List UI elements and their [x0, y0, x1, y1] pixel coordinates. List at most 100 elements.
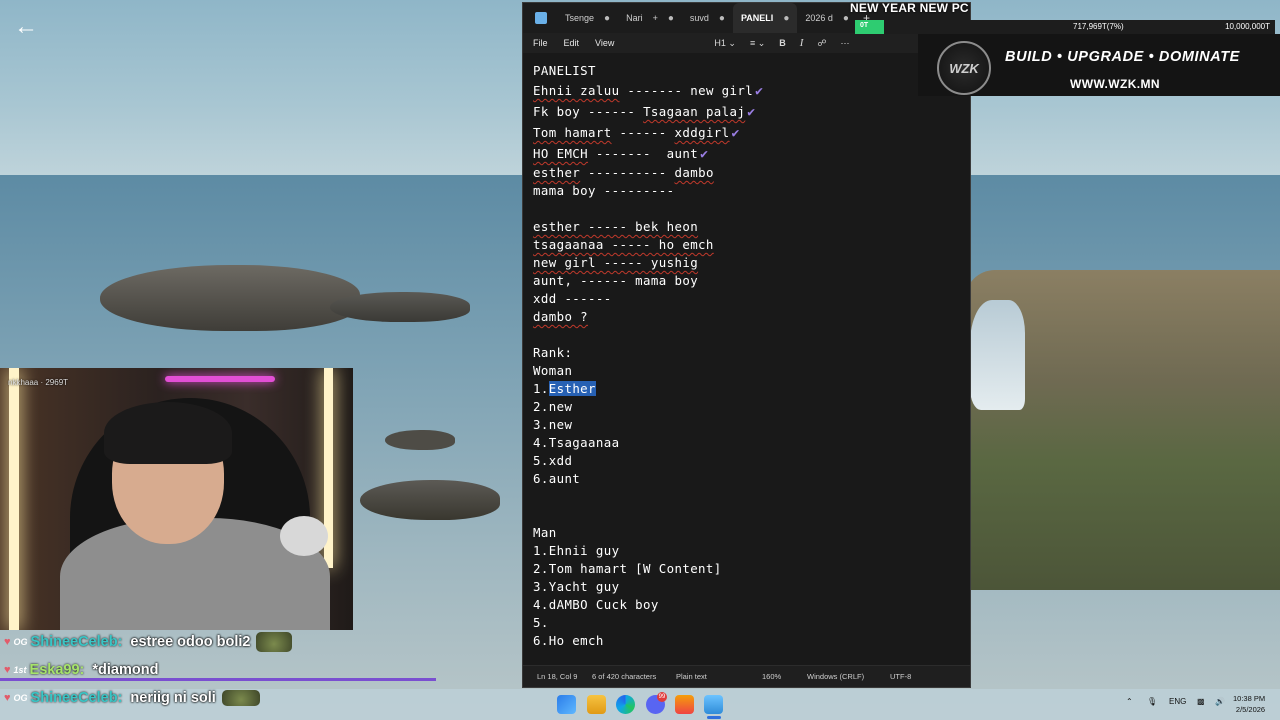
emote-icon — [221, 690, 260, 706]
check-icon: ✔ — [700, 147, 709, 162]
volume-icon[interactable]: 🔊 — [1215, 697, 1225, 706]
heart-icon: ♥ — [4, 636, 11, 648]
editor-line: 2.Tom hamart [W Content] — [533, 561, 722, 576]
file-explorer-icon[interactable] — [587, 695, 606, 714]
tab-label: PANELI — [740, 13, 774, 23]
editor-line: PANELIST — [533, 63, 596, 78]
editor-line: Rank: — [533, 345, 573, 360]
line-text: 1. — [533, 381, 549, 396]
heading-label: H1 — [714, 37, 726, 48]
line-sep: ------ — [580, 104, 644, 119]
editor-line: 3.new — [533, 417, 573, 432]
menu-bar: File Edit View H1 ⌄ ≡ ⌄ B I ☍ ⋯ — [523, 33, 970, 53]
notepad-taskbar-icon[interactable] — [704, 695, 723, 714]
unsaved-dot-icon: ● — [718, 12, 725, 24]
menu-view[interactable]: View — [595, 38, 614, 48]
editor-line: xdd ------ — [533, 291, 612, 306]
unsaved-dot-icon: ● — [842, 12, 849, 24]
format-toolbar: H1 ⌄ ≡ ⌄ B I ☍ ⋯ — [714, 37, 934, 49]
rock — [385, 430, 455, 450]
editor-line: Woman — [533, 363, 573, 378]
line-text: esther — [533, 165, 581, 180]
goal-title: NEW YEAR NEW PC — [850, 1, 969, 15]
tab-2026[interactable]: 2026 d ● — [797, 3, 857, 33]
webcam-label: nkkhaaa · 2969T — [8, 378, 69, 387]
rock — [100, 265, 360, 331]
editor-line: aunt, ------ mama boy — [533, 273, 699, 288]
encoding[interactable]: UTF-8 — [890, 672, 911, 681]
line-endings[interactable]: Windows (CRLF) — [807, 672, 864, 681]
unsaved-dot-icon: ● — [667, 12, 674, 24]
notification-badge: 99 — [657, 692, 667, 702]
editor-line: 1.Ehnii guy — [533, 543, 620, 558]
editor-line: mama boy --------- — [533, 182, 970, 200]
editor-line: 4.dAMBO Cuck boy — [533, 597, 659, 612]
editor-line: Fk boy ------ Tsagaan palaj ✔ — [533, 101, 970, 122]
microphone-icon[interactable]: 🎙 — [1147, 697, 1157, 706]
list-icon[interactable]: ≡ ⌄ — [750, 38, 765, 49]
edge-browser-icon[interactable] — [616, 695, 635, 714]
text-editor[interactable]: PANELIST Ehnii zaluu ------- new girl ✔ F… — [523, 53, 970, 665]
back-arrow-icon[interactable]: ← — [14, 14, 40, 40]
editor-line: Man — [533, 525, 557, 540]
goal-start: 0T — [860, 22, 869, 29]
editor-line: dambo ? — [533, 308, 970, 326]
clock[interactable]: 10:38 PM 2/5/2026 — [1233, 693, 1265, 715]
rock — [330, 292, 470, 322]
editor-line: 6.aunt — [533, 471, 581, 486]
editor-line: 6.Ho emch — [533, 633, 604, 648]
chat-username: ShineeCeleb: — [30, 634, 123, 650]
selected-text[interactable]: Esther — [548, 381, 596, 396]
tab-label: 2026 d — [805, 13, 833, 23]
heading-dropdown[interactable]: H1 ⌄ — [714, 38, 736, 49]
tab-tsenge[interactable]: Tsenge ● — [557, 3, 618, 33]
clock-date: 2/5/2026 — [1235, 705, 1266, 714]
webcam-feed: nkkhaaa · 2969T — [0, 368, 353, 630]
line-text: dambo — [674, 165, 714, 180]
unsaved-dot-icon: ● — [604, 12, 611, 24]
editor-line: new girl ----- yushig — [533, 254, 970, 272]
line-sep: --------- — [595, 183, 675, 198]
goal-current: 717,969T(7%) — [1073, 22, 1124, 31]
more-icon[interactable]: ⋯ — [841, 38, 850, 49]
game-launcher-icon[interactable] — [675, 695, 694, 714]
line-text: Tom hamart — [533, 125, 612, 140]
link-icon[interactable]: ☍ — [817, 38, 826, 49]
character-count: 6 of 420 characters — [592, 672, 657, 681]
zoom-level[interactable]: 160% — [762, 672, 781, 681]
check-icon: ✔ — [755, 84, 764, 99]
editor-line: HO EMCH ------- aunt ✔ — [533, 143, 970, 164]
editor-line: esther ----- bek heon — [533, 218, 970, 236]
line-text: Ehnii zaluu — [533, 83, 620, 98]
emote-icon — [256, 632, 293, 652]
editor-line: 5. — [533, 615, 549, 630]
editor-line: tsagaanaa ----- ho emch — [533, 236, 970, 254]
chat-text: neriig ni soli — [130, 690, 216, 706]
menu-file[interactable]: File — [533, 38, 548, 48]
line-text: new girl — [690, 83, 754, 98]
banner-tagline: BUILD • UPGRADE • DOMINATE — [1005, 49, 1240, 65]
windows-start-icon[interactable] — [557, 695, 576, 714]
italic-icon[interactable]: I — [800, 37, 804, 49]
tab-paneli[interactable]: PANELI ● — [732, 3, 798, 33]
line-text: HO EMCH — [533, 146, 589, 161]
network-icon[interactable]: ▩ — [1197, 697, 1205, 706]
line-text: new girl ----- yushig — [533, 255, 699, 270]
language-indicator[interactable]: ENG — [1169, 697, 1186, 706]
chat-text: estree odoo boli2 — [130, 634, 251, 650]
tab-label: Tsenge — [565, 13, 595, 23]
menu-edit[interactable]: Edit — [564, 38, 580, 48]
sponsor-banner: WZK BUILD • UPGRADE • DOMINATE WWW.WZK.M… — [918, 34, 1280, 96]
bold-icon[interactable]: B — [779, 38, 786, 48]
chat-badge: OG — [13, 693, 28, 703]
line-text: mama boy — [533, 183, 596, 198]
tab-nari[interactable]: Nari + ● — [618, 3, 682, 33]
editor-line: esther ---------- dambo — [533, 164, 970, 182]
line-sep: ------- — [588, 146, 667, 161]
tab-suvd[interactable]: suvd ● — [682, 3, 733, 33]
chevron-up-icon[interactable]: ⌃ — [1126, 697, 1133, 706]
active-app-indicator — [707, 716, 721, 719]
